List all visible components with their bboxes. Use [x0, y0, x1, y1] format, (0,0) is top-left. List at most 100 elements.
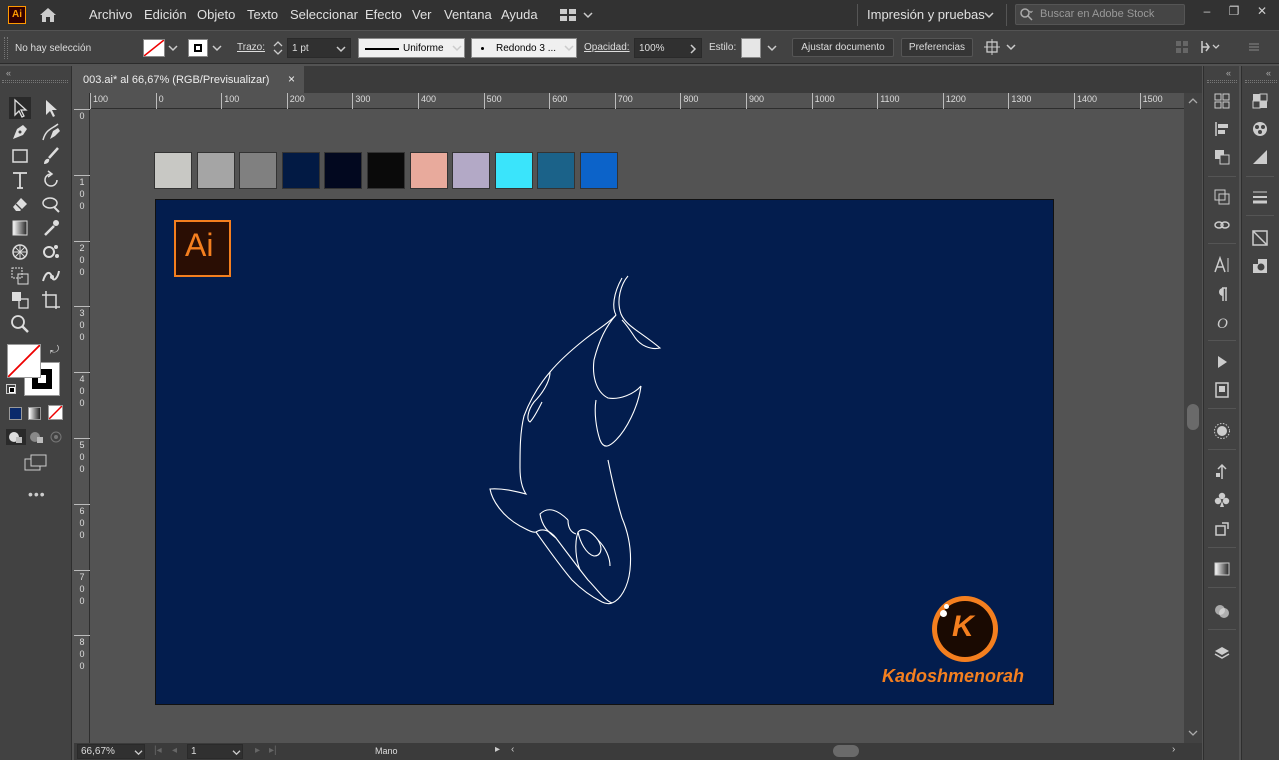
color-swatch[interactable]: [367, 152, 405, 189]
panel-grip[interactable]: [4, 37, 8, 59]
color-swatch[interactable]: [409, 152, 448, 189]
draw-inside-icon[interactable]: [49, 430, 65, 444]
horizontal-ruler[interactable]: 100 0 100 200 300 400 500 600 700 800 900 1000 1100 1…: [90, 93, 1184, 109]
color-swatch[interactable]: [154, 152, 192, 189]
rotate-tool-icon[interactable]: [40, 169, 62, 191]
color-swatch[interactable]: [281, 152, 320, 189]
first-artboard-icon[interactable]: |◂: [154, 745, 162, 756]
fill-color-swatch[interactable]: [143, 39, 165, 57]
stroke-weight-input[interactable]: 1 pt: [287, 38, 351, 58]
scroll-left-icon[interactable]: ‹: [511, 744, 514, 755]
chevron-down-icon[interactable]: [564, 44, 574, 52]
scroll-right-icon[interactable]: ›: [1172, 744, 1175, 755]
character-icon[interactable]: [1213, 255, 1231, 274]
warp-tool-icon[interactable]: [40, 193, 62, 215]
menu-efecto[interactable]: Efecto: [365, 7, 402, 22]
chevron-down-icon[interactable]: [212, 44, 222, 52]
scroll-up-icon[interactable]: [1188, 97, 1198, 105]
panel-grip[interactable]: [2, 80, 68, 83]
color-swatch[interactable]: [324, 152, 363, 189]
symbol-sprayer-tool-icon[interactable]: [40, 241, 62, 263]
rectangle-tool-icon[interactable]: [9, 145, 31, 167]
preferences-button[interactable]: Preferencias: [901, 38, 973, 57]
color-swatch[interactable]: [196, 152, 235, 189]
align-icon[interactable]: [1175, 39, 1189, 55]
collapse-panel-icon[interactable]: «: [1226, 68, 1231, 78]
collapse-panel-icon[interactable]: «: [6, 68, 11, 78]
chevron-down-icon[interactable]: [168, 44, 178, 52]
eraser-tool-icon[interactable]: [9, 193, 31, 215]
color-swatch[interactable]: [494, 152, 533, 189]
document-tab[interactable]: 003.ai* al 66,67% (RGB/Previsualizar) ×: [74, 66, 304, 93]
stepper-icon[interactable]: [272, 39, 284, 57]
color-swatch[interactable]: [580, 152, 618, 189]
chevron-down-icon[interactable]: [984, 11, 994, 19]
artboards-panel-icon[interactable]: [1251, 257, 1269, 275]
collapse-panel-icon[interactable]: «: [1266, 68, 1271, 78]
direct-selection-tool-icon[interactable]: [40, 97, 62, 119]
fit-document-button[interactable]: Ajustar documento: [792, 38, 894, 57]
transform-panel-icon[interactable]: [1213, 188, 1231, 206]
selection-tool-icon[interactable]: [9, 97, 31, 119]
swap-fill-stroke-icon[interactable]: ⤾: [50, 344, 59, 357]
pathfinder-icon[interactable]: [1213, 148, 1231, 166]
close-window-button[interactable]: ✕: [1252, 4, 1272, 22]
panel-grip[interactable]: [1245, 80, 1277, 83]
stroke-panel-icon[interactable]: [1251, 188, 1269, 206]
brushes-icon[interactable]: [1251, 148, 1269, 166]
vertical-scrollbar[interactable]: [1184, 93, 1202, 743]
layers-icon[interactable]: [1213, 644, 1231, 662]
panel-grip[interactable]: [1207, 80, 1237, 83]
menu-ver[interactable]: Ver: [412, 7, 432, 22]
stroke-label[interactable]: Trazo:: [237, 42, 265, 53]
appearance-icon[interactable]: [1213, 422, 1231, 440]
chevron-down-icon[interactable]: [452, 44, 462, 52]
menu-seleccionar[interactable]: Seleccionar: [290, 7, 358, 22]
pen-tool-icon[interactable]: [9, 121, 31, 143]
doc-info-icon[interactable]: [1213, 381, 1231, 399]
type-tool-icon[interactable]: [9, 169, 31, 191]
links-icon[interactable]: [1213, 216, 1231, 234]
arrange-icon[interactable]: [983, 39, 1017, 55]
fill-indicator-front[interactable]: [7, 344, 41, 378]
minimize-button[interactable]: –: [1197, 4, 1217, 22]
artboard-tool-icon[interactable]: [40, 289, 62, 311]
color-mode-icon[interactable]: [9, 407, 22, 420]
actions-play-icon[interactable]: [1213, 353, 1231, 371]
curvature-tool-icon[interactable]: [40, 121, 62, 143]
puppet-warp-tool-icon[interactable]: [40, 265, 62, 287]
image-trace-icon[interactable]: [1251, 229, 1269, 247]
color-guide-icon[interactable]: [1251, 120, 1269, 138]
menu-ventana[interactable]: Ventana: [444, 7, 492, 22]
menu-texto[interactable]: Texto: [247, 7, 278, 22]
status-menu-icon[interactable]: ▸: [495, 744, 500, 755]
variable-width-profile[interactable]: Uniforme: [358, 38, 465, 58]
color-swatch[interactable]: [537, 152, 576, 189]
opacity-input[interactable]: 100%: [634, 38, 702, 58]
menu-edicion[interactable]: Edición: [144, 7, 187, 22]
close-tab-icon[interactable]: ×: [288, 72, 295, 86]
stroke-color-swatch[interactable]: [188, 39, 208, 57]
opentype-icon[interactable]: O: [1213, 313, 1231, 332]
home-icon[interactable]: [38, 6, 58, 24]
transform-icon[interactable]: [1199, 39, 1221, 55]
scroll-down-icon[interactable]: [1188, 729, 1198, 737]
opacity-label[interactable]: Opacidad:: [584, 42, 630, 53]
graphic-style-swatch[interactable]: [741, 38, 761, 58]
color-swatch[interactable]: [239, 152, 278, 189]
draw-behind-icon[interactable]: [29, 430, 45, 444]
zoom-tool-icon[interactable]: [9, 313, 31, 335]
panel-menu-icon[interactable]: [1248, 41, 1260, 53]
next-artboard-icon[interactable]: ▸: [255, 745, 260, 756]
paintbrush-tool-icon[interactable]: [40, 145, 62, 167]
menu-ayuda[interactable]: Ayuda: [501, 7, 538, 22]
gradient-panel-icon[interactable]: [1213, 560, 1231, 578]
color-swatch[interactable]: [452, 152, 491, 189]
orca-line-drawing[interactable]: [476, 270, 666, 610]
gradient-tool-icon[interactable]: [9, 217, 31, 239]
brush-definition[interactable]: Redondo 3 ...: [471, 38, 577, 58]
gradient-mode-icon[interactable]: [28, 407, 41, 420]
perspective-grid-tool-icon[interactable]: [9, 265, 31, 287]
artboard-number-field[interactable]: 1: [187, 744, 243, 759]
edit-toolbar-icon[interactable]: •••: [28, 486, 46, 502]
